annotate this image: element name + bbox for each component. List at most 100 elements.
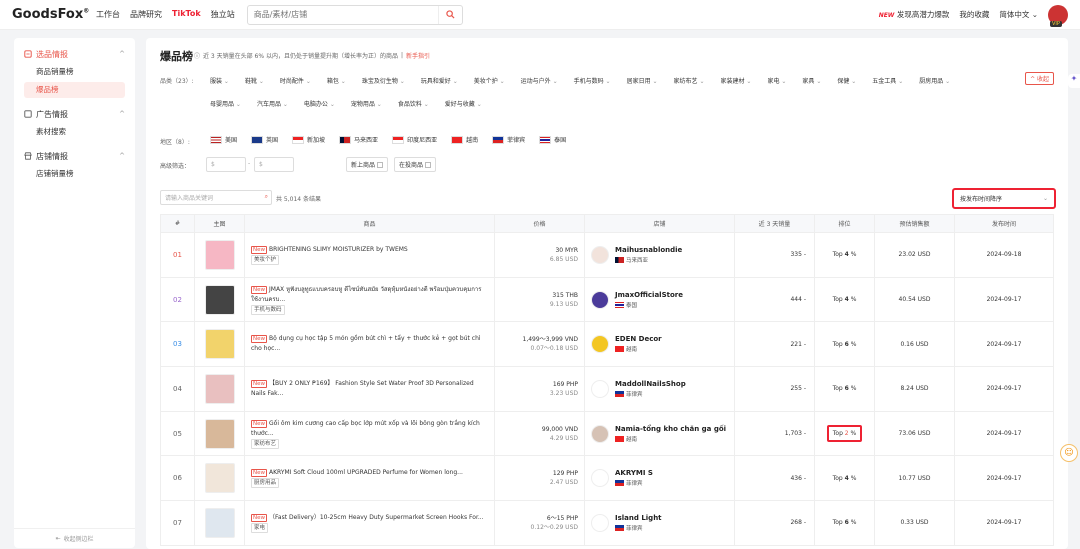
category-17[interactable]: 母婴用品 [210,99,241,108]
shop-logo[interactable] [591,290,609,309]
feedback-button[interactable]: ☺ [1060,444,1078,462]
category-11[interactable]: 家装建材 [720,76,751,85]
col-publish-date[interactable]: 发布时间 [954,214,1054,233]
shop-logo[interactable] [591,469,609,488]
table-row[interactable]: 03 New Bộ dụng cụ học tập 5 món gồm bút c… [160,321,1054,368]
table-row[interactable]: 06 New AKRYMI Soft Cloud 100ml UPGRADED P… [160,455,1054,502]
shop-name[interactable]: Maihusnablondie [615,246,682,254]
shop-logo[interactable] [591,379,609,398]
shop-name[interactable]: AKRYMI S [615,469,653,477]
region-id[interactable]: 印度尼西亚 [392,135,437,144]
category-13[interactable]: 家具 [802,76,821,85]
category-9[interactable]: 居家日用 [627,76,658,85]
category-22[interactable]: 爱好与收藏 [445,99,482,108]
sort-select[interactable]: 按发布时间降序 ⌄ [952,188,1056,209]
table-row[interactable]: 07 New （Fast Delivery）10-25cm Heavy Duty … [160,500,1054,546]
category-14[interactable]: 保健 [837,76,856,85]
category-3[interactable]: 箱包 [327,76,346,85]
logo[interactable]: GoodsFox® [12,7,89,22]
product-title[interactable]: 【BUY 2 ONLY ₱169】 Fashion Style Set Wate… [251,380,474,397]
category-5[interactable]: 玩具和爱好 [421,76,458,85]
category-0[interactable]: 服装 [210,76,229,85]
sidebar-item-hot-products[interactable]: 爆品榜 [24,82,125,98]
category-1[interactable]: 鞋靴 [245,76,264,85]
promo-link[interactable]: NEW 发现高潜力爆款 [879,9,950,20]
sidebar-group-header[interactable]: 店铺情报 ^ [24,148,125,164]
category-16[interactable]: 厨房用品 [919,76,950,85]
category-19[interactable]: 电脑办公 [304,99,335,108]
table-row[interactable]: 05 New Gối ôm kim cương cao cấp bọc lớp m… [160,410,1054,457]
product-thumbnail[interactable] [204,463,235,494]
product-title[interactable]: Gối ôm kim cương cao cấp bọc lớp mút xốp… [251,420,480,437]
nav-tiktok[interactable]: TikTok [172,9,201,20]
price-min-input[interactable]: $ [206,157,246,172]
shop-logo[interactable] [591,245,609,264]
language-select[interactable]: 简体中文 ⌄ [999,9,1038,20]
table-row[interactable]: 01 New BRIGHTENING SLIMY MOISTURIZER by T… [160,232,1054,278]
table-row[interactable]: 02 New JMAX หูฟังบลูทูธแบบครอบหู ดีไซน์ทั… [160,276,1054,323]
product-title[interactable]: AKRYMI Soft Cloud 100ml UPGRADED Perfume… [269,469,463,476]
shop-name[interactable]: MaddollNailsShop [615,380,686,388]
table-row[interactable]: 04 New 【BUY 2 ONLY ₱169】 Fashion Style Se… [160,366,1054,412]
search-input[interactable] [247,10,438,19]
keyword-search-input[interactable]: 请输入商品关键词 ⌕ [160,190,272,205]
sidebar-item-creative-search[interactable]: 素材搜索 [24,124,125,140]
category-7[interactable]: 运动与户外 [521,76,558,85]
favorites-link[interactable]: 我的收藏 [959,9,989,20]
sidebar-group-header[interactable]: 选品情报 ^ [24,46,125,62]
shop-name[interactable]: Island Light [615,514,662,522]
category-21[interactable]: 食品饮料 [398,99,429,108]
product-thumbnail[interactable] [204,329,235,360]
product-title[interactable]: BRIGHTENING SLIMY MOISTURIZER by TWEMS [269,246,408,253]
category-4[interactable]: 珠宝及衍生物 [362,76,405,85]
category-12[interactable]: 家电 [767,76,786,85]
region-my[interactable]: 马来西亚 [339,135,378,144]
shop-name[interactable]: Namia-tổng kho chăn ga gối [615,425,726,433]
category-8[interactable]: 手机与数码 [574,76,611,85]
ai-assistant-button[interactable]: ✦ [1068,74,1080,88]
region-us[interactable]: 美国 [210,135,237,144]
search-button[interactable] [437,5,462,24]
sidebar-item-sales-rank[interactable]: 商品销量榜 [24,64,125,80]
shop-logo[interactable] [591,513,609,532]
shop-name[interactable]: JmaxOfficialStore [615,291,683,299]
sidebar-group-header[interactable]: 广告情报 ^ [24,106,125,122]
product-thumbnail[interactable] [204,418,235,449]
new-products-checkbox[interactable]: 新上商品 [346,157,389,172]
active-ads-checkbox[interactable]: 在投商品 [394,157,437,172]
col-sales-3d[interactable]: 近 3 天销量 [734,214,815,233]
product-thumbnail[interactable] [204,507,235,538]
product-title[interactable]: （Fast Delivery）10-25cm Heavy Duty Superm… [269,514,484,521]
price-max-input[interactable]: $ [254,157,294,172]
shop-logo[interactable] [591,424,609,443]
fold-button[interactable]: ^ 收起 [1025,72,1054,85]
collapse-sidebar-button[interactable]: ⇤ 收起侧边栏 [14,528,135,548]
product-title[interactable]: JMAX หูฟังบลูทูธแบบครอบหู ดีไซน์ทันสมัย … [251,286,481,303]
region-vn[interactable]: 越南 [451,135,478,144]
product-thumbnail[interactable] [204,239,235,270]
search-icon[interactable]: ⌕ [265,193,268,201]
region-sg[interactable]: 新加坡 [292,135,325,144]
shop-logo[interactable] [591,335,609,354]
region-ph[interactable]: 菲律宾 [492,135,525,144]
category-18[interactable]: 汽车用品 [257,99,288,108]
beginner-guide-link[interactable]: 新手指引 [406,51,430,60]
region-th[interactable]: 泰国 [539,135,566,144]
nav-workbench[interactable]: 工作台 [96,9,120,20]
region-uk[interactable]: 英国 [251,135,278,144]
category-15[interactable]: 五金工具 [872,76,903,85]
category-6[interactable]: 美妆个护 [474,76,505,85]
col-est-revenue[interactable]: 预估销售额 [874,214,955,233]
product-title[interactable]: Bộ dụng cụ học tập 5 món gồm bút chì + t… [251,335,481,352]
shop-name[interactable]: EDEN Decor [615,335,662,343]
avatar[interactable]: VIP [1048,4,1068,27]
category-2[interactable]: 时尚配件 [280,76,311,85]
col-price[interactable]: 价格 [494,214,585,233]
product-thumbnail[interactable] [204,373,235,404]
category-10[interactable]: 家纺布艺 [674,76,705,85]
nav-independent-site[interactable]: 独立站 [211,9,235,20]
nav-brand-research[interactable]: 品牌研究 [130,9,162,20]
sidebar-item-shop-sales-rank[interactable]: 店铺销量榜 [24,166,125,182]
product-thumbnail[interactable] [204,284,235,315]
category-20[interactable]: 宠物用品 [351,99,382,108]
